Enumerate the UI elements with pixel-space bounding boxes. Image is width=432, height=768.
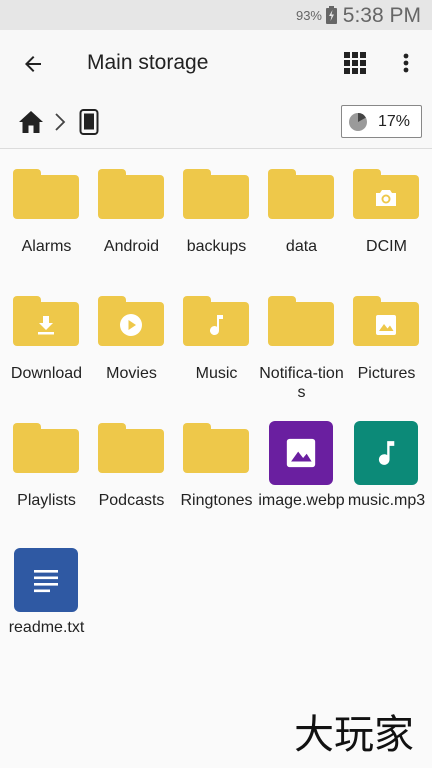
folder-body xyxy=(183,175,249,219)
file-tile xyxy=(14,548,78,612)
file-grid: Alarms Android backups data DCIM Downloa… xyxy=(4,160,432,668)
file-label: Playlists xyxy=(17,492,76,509)
folder-item[interactable]: Podcasts xyxy=(89,414,174,541)
file-item[interactable]: readme.txt xyxy=(4,541,89,668)
folder-icon xyxy=(98,421,164,475)
folder-icon xyxy=(13,294,79,348)
folder-item[interactable]: Download xyxy=(4,287,89,414)
folder-body xyxy=(98,175,164,219)
battery-percent: 93% xyxy=(295,8,322,23)
folder-glyph xyxy=(373,312,399,338)
breadcrumb: 17% xyxy=(0,96,432,149)
folder-icon xyxy=(268,294,334,348)
folder-icon xyxy=(13,421,79,475)
folder-item[interactable]: Ringtones xyxy=(174,414,259,541)
overflow-menu-button[interactable] xyxy=(392,45,420,81)
page-title: Main storage xyxy=(87,51,209,74)
breadcrumb-home[interactable] xyxy=(16,108,46,136)
back-button[interactable] xyxy=(14,45,52,83)
folder-icon xyxy=(98,294,164,348)
file-label: Notifica-tions xyxy=(259,365,344,401)
phone-icon xyxy=(79,109,99,135)
image-icon xyxy=(286,438,316,468)
folder-icon xyxy=(183,294,249,348)
folder-glyph xyxy=(33,312,59,338)
file-label: Music xyxy=(195,365,238,382)
chevron-right-icon xyxy=(55,113,66,131)
folder-glyph xyxy=(373,185,399,211)
svg-text:大玩家: 大玩家 xyxy=(294,712,414,758)
folder-body xyxy=(13,429,79,473)
file-type-icon xyxy=(268,421,334,485)
app-bar: Main storage xyxy=(0,30,432,96)
folder-body xyxy=(183,429,249,473)
file-label: backups xyxy=(186,238,247,255)
music-note-icon xyxy=(378,441,395,465)
file-label: Movies xyxy=(106,365,157,382)
file-label: Android xyxy=(103,238,160,255)
folder-item[interactable]: data xyxy=(259,160,344,287)
folder-body xyxy=(268,302,334,346)
folder-item[interactable]: Music xyxy=(174,287,259,414)
download-icon xyxy=(38,316,54,335)
folder-glyph xyxy=(203,312,229,338)
home-icon xyxy=(19,111,43,133)
folder-item[interactable]: Playlists xyxy=(4,414,89,541)
file-label: readme.txt xyxy=(8,619,85,636)
play-icon xyxy=(120,314,142,336)
breadcrumb-device[interactable] xyxy=(76,107,102,137)
folder-item[interactable]: Notifica-tions xyxy=(259,287,344,414)
file-label: data xyxy=(285,238,318,255)
folder-icon xyxy=(353,294,419,348)
file-label: Alarms xyxy=(21,238,72,255)
folder-icon xyxy=(98,167,164,221)
folder-icon xyxy=(183,167,249,221)
grid-view-button[interactable] xyxy=(337,45,373,81)
folder-item[interactable]: Pictures xyxy=(344,287,429,414)
battery-charging-icon xyxy=(326,6,337,24)
folder-icon xyxy=(183,421,249,475)
folder-body xyxy=(268,175,334,219)
grid-view-icon xyxy=(344,52,366,74)
file-tile xyxy=(269,421,333,485)
file-label: Ringtones xyxy=(180,492,253,509)
music-note-icon xyxy=(210,315,223,336)
folder-item[interactable]: Android xyxy=(89,160,174,287)
file-label: Pictures xyxy=(357,365,416,382)
file-label: music.mp3 xyxy=(347,492,426,509)
folder-body xyxy=(98,429,164,473)
folder-body xyxy=(13,175,79,219)
text-doc-icon xyxy=(34,570,58,593)
file-tile xyxy=(354,421,418,485)
more-vertical-icon xyxy=(403,53,409,73)
file-item[interactable]: music.mp3 xyxy=(344,414,429,541)
camera-icon xyxy=(376,190,396,206)
folder-icon xyxy=(13,167,79,221)
file-label: Podcasts xyxy=(98,492,165,509)
watermark-logo: 大玩家 xyxy=(294,712,414,758)
storage-percent: 17% xyxy=(378,112,411,130)
folder-icon xyxy=(353,167,419,221)
folder-item[interactable]: DCIM xyxy=(344,160,429,287)
folder-item[interactable]: Movies xyxy=(89,287,174,414)
storage-pie-icon xyxy=(349,112,367,131)
file-type-icon xyxy=(353,421,419,485)
file-item[interactable]: image.webp xyxy=(258,414,345,541)
folder-glyph xyxy=(118,312,144,338)
file-type-icon xyxy=(13,548,79,612)
status-time: 5:38 PM xyxy=(342,4,421,27)
folder-item[interactable]: Alarms xyxy=(4,160,89,287)
file-label: Download xyxy=(10,365,83,382)
image-icon xyxy=(376,315,396,335)
file-label: image.webp xyxy=(258,492,345,509)
arrow-back-icon xyxy=(25,56,41,72)
folder-item[interactable]: backups xyxy=(174,160,259,287)
file-label: DCIM xyxy=(366,238,407,255)
status-bar: 93% 5:38 PM xyxy=(0,0,432,30)
folder-icon xyxy=(268,167,334,221)
storage-usage-badge[interactable]: 17% xyxy=(341,105,422,138)
